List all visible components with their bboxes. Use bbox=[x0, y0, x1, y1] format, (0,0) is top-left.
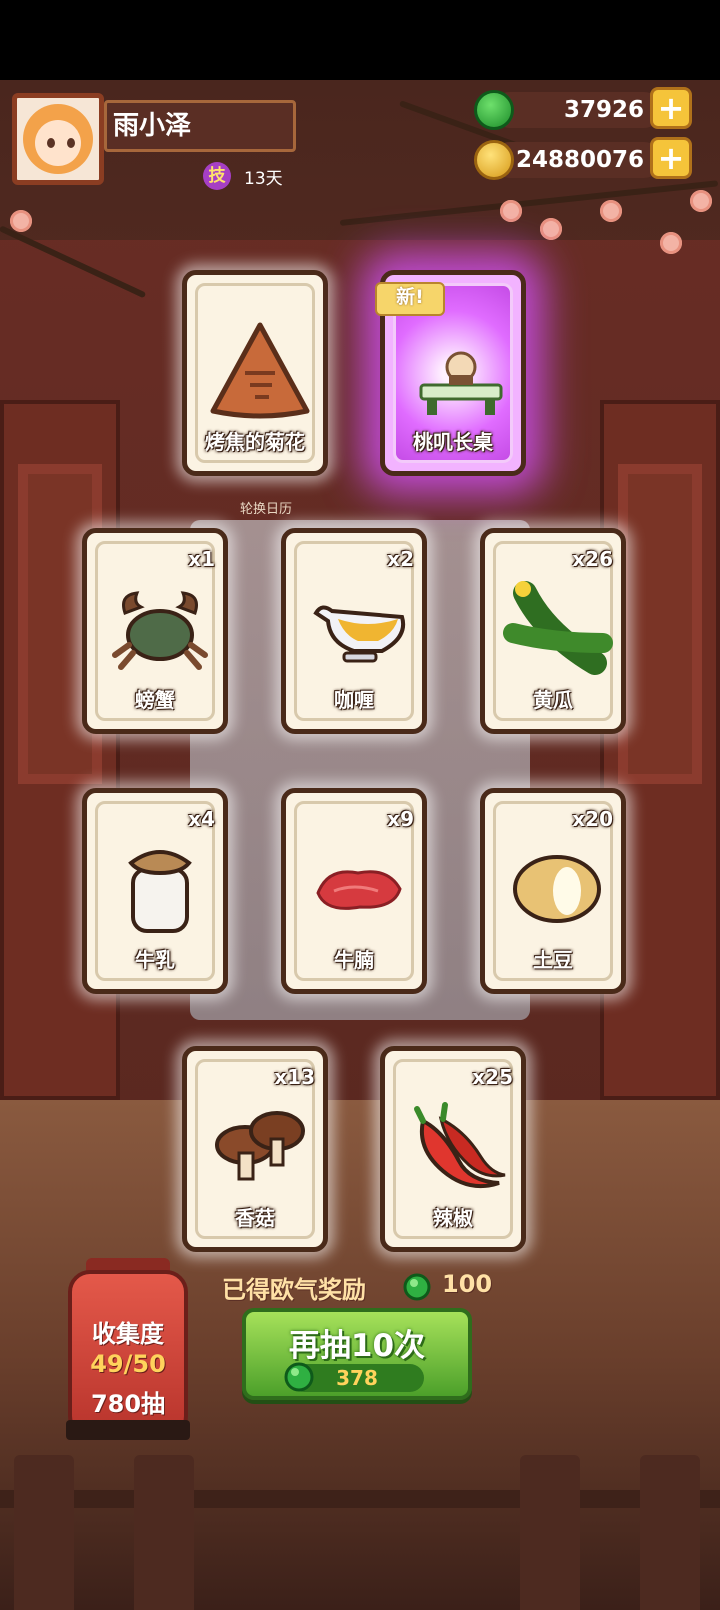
item-card[interactable]: x26 黄瓜 bbox=[480, 528, 626, 734]
potato-icon bbox=[513, 855, 601, 923]
card-label: 螃蟹 bbox=[135, 688, 175, 712]
jade-balance: 37926 bbox=[492, 92, 662, 128]
draw-cost: 378 bbox=[284, 1362, 424, 1392]
luck-reward-value: 100 bbox=[442, 1270, 493, 1298]
curry-icon bbox=[313, 605, 405, 663]
blossom-icon bbox=[540, 218, 562, 240]
item-count: x4 bbox=[188, 807, 215, 831]
new-badge: 新! bbox=[375, 282, 445, 316]
card-label: 辣椒 bbox=[433, 1206, 473, 1230]
avatar-eye bbox=[47, 138, 55, 148]
item-count: x9 bbox=[387, 807, 414, 831]
draw-again-button[interactable]: 再抽10次 378 bbox=[242, 1308, 472, 1400]
coin-icon bbox=[474, 140, 514, 180]
player-avatar[interactable] bbox=[12, 93, 104, 185]
card-label: 牛乳 bbox=[135, 948, 175, 972]
status-bar bbox=[0, 0, 720, 80]
add-coin-button[interactable]: + bbox=[650, 137, 692, 179]
fence-post bbox=[134, 1455, 194, 1610]
item-count: x13 bbox=[274, 1065, 315, 1089]
add-jade-button[interactable]: + bbox=[650, 87, 692, 129]
left-door bbox=[0, 400, 120, 1100]
item-count: x1 bbox=[188, 547, 215, 571]
skill-icon[interactable]: 技 bbox=[203, 162, 231, 190]
item-card[interactable]: x25 辣椒 bbox=[380, 1046, 526, 1252]
coin-balance: 24880076 bbox=[492, 142, 662, 178]
jade-icon bbox=[474, 90, 514, 130]
item-card[interactable]: x1 螃蟹 bbox=[82, 528, 228, 734]
jade-icon bbox=[403, 1273, 431, 1301]
avatar-eye bbox=[67, 138, 75, 148]
item-card[interactable]: x2 咖喱 bbox=[281, 528, 427, 734]
beef-icon bbox=[316, 870, 402, 910]
card-label: 烤焦的菊花 bbox=[205, 430, 305, 454]
card-label: 咖喱 bbox=[334, 688, 374, 712]
mushroom-icon bbox=[215, 1111, 305, 1181]
blossom-icon bbox=[500, 200, 522, 222]
rotation-sign: 轮换日历 bbox=[240, 502, 293, 517]
reward-card[interactable]: 烤焦的菊花 bbox=[182, 270, 328, 476]
lantern-stand bbox=[66, 1420, 190, 1440]
days-count: 13天 bbox=[244, 169, 283, 189]
luck-reward-label: 已得欧气奖励 bbox=[222, 1276, 366, 1304]
draw-cost-value: 378 bbox=[336, 1366, 378, 1390]
burnt-food-icon bbox=[210, 322, 310, 419]
item-card[interactable]: x9 牛腩 bbox=[281, 788, 427, 994]
player-name: 雨小泽 bbox=[104, 100, 296, 152]
item-card[interactable]: x4 牛乳 bbox=[82, 788, 228, 994]
collection-progress: 49/50 bbox=[90, 1350, 166, 1378]
blossom-icon bbox=[660, 232, 682, 254]
collection-lantern[interactable]: 收集度 49/50 780抽 bbox=[68, 1270, 188, 1438]
milk-icon bbox=[128, 850, 192, 933]
door-window bbox=[618, 464, 702, 784]
fence-post bbox=[520, 1455, 580, 1610]
draw-button-label: 再抽10次 bbox=[288, 1328, 426, 1364]
long-table-icon bbox=[419, 351, 503, 415]
blossom-icon bbox=[10, 210, 32, 232]
fence-post bbox=[640, 1455, 700, 1610]
card-label: 香菇 bbox=[235, 1206, 275, 1230]
item-card[interactable]: x13 香菇 bbox=[182, 1046, 328, 1252]
item-card[interactable]: x20 土豆 bbox=[480, 788, 626, 994]
item-count: x2 bbox=[387, 547, 414, 571]
item-count: x20 bbox=[572, 807, 613, 831]
crab-icon bbox=[112, 591, 208, 670]
card-label: 土豆 bbox=[533, 948, 573, 972]
right-door bbox=[600, 400, 720, 1100]
chili-icon bbox=[414, 1102, 506, 1188]
item-count: x26 bbox=[572, 547, 613, 571]
fence-rail bbox=[0, 1490, 720, 1508]
collection-title: 收集度 bbox=[92, 1320, 164, 1348]
fence-post bbox=[14, 1455, 74, 1610]
card-label: 桃叽长桌 bbox=[413, 430, 493, 454]
item-count: x25 bbox=[472, 1065, 513, 1089]
blossom-icon bbox=[690, 190, 712, 212]
card-label: 牛腩 bbox=[334, 948, 374, 972]
cucumber-icon bbox=[503, 581, 613, 675]
card-label: 黄瓜 bbox=[533, 688, 573, 712]
blossom-icon bbox=[600, 200, 622, 222]
collection-draws: 780抽 bbox=[90, 1390, 166, 1418]
game-screen: 雨小泽 技 13天 37926 + 24880076 + 烤焦的菊花 桃叽长桌 … bbox=[0, 0, 720, 1610]
